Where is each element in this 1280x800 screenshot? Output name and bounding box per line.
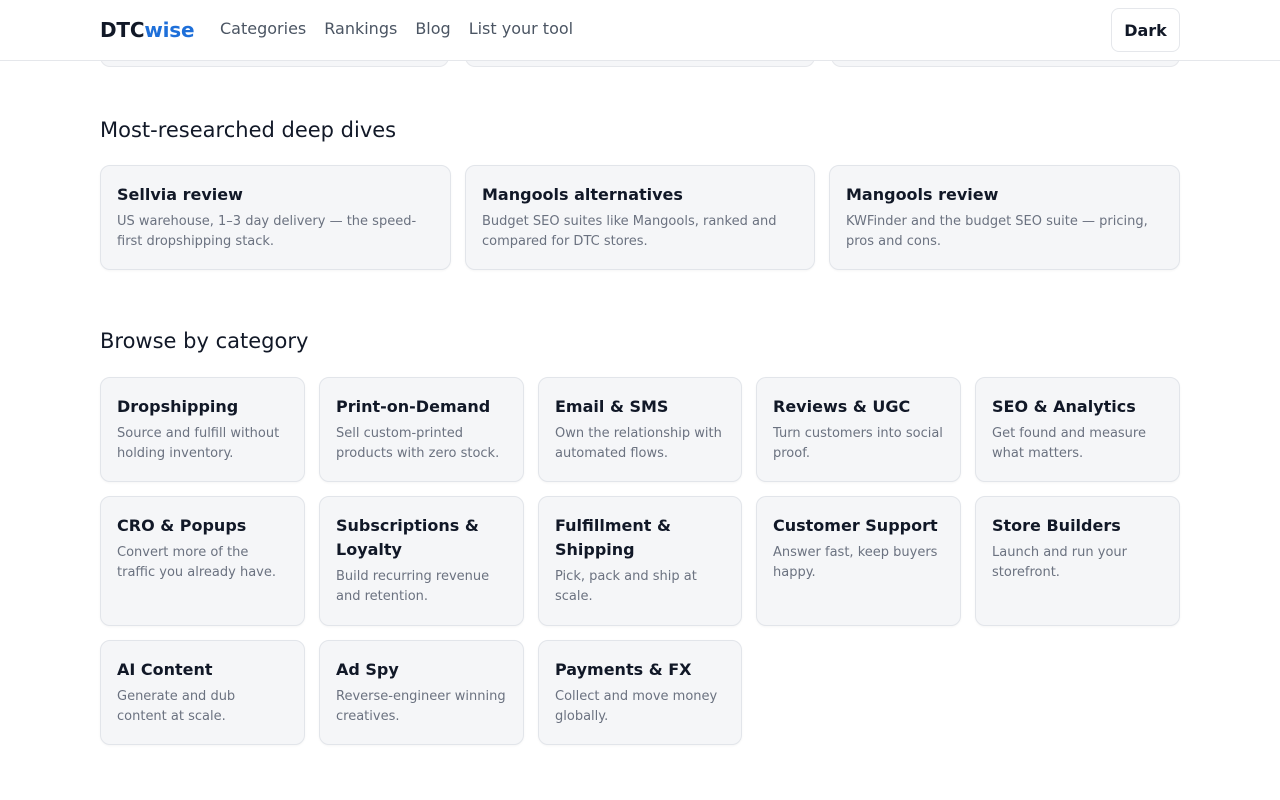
- card-title: Sellvia review: [117, 185, 243, 204]
- category-card-customer-support[interactable]: Customer Support Answer fast, keep buyer…: [756, 496, 961, 626]
- card-title: Email & SMS: [555, 397, 669, 416]
- card-description: Source and fulfill without holding inven…: [117, 426, 280, 461]
- category-card-fulfillment-shipping[interactable]: Fulfillment & Shipping Pick, pack and sh…: [538, 496, 742, 626]
- card-title: Fulfillment & Shipping: [555, 516, 671, 559]
- category-card-dropshipping[interactable]: Dropshipping Source and fulfill without …: [100, 377, 305, 482]
- brand-name-part2: wise: [144, 18, 195, 42]
- category-card-seo-analytics[interactable]: SEO & Analytics Get found and measure wh…: [975, 377, 1180, 482]
- nav-link-blog[interactable]: Blog: [415, 19, 450, 38]
- nav-link-rankings[interactable]: Rankings: [324, 19, 397, 38]
- nav-link-categories[interactable]: Categories: [220, 19, 306, 38]
- card-title: Reviews & UGC: [773, 397, 911, 416]
- deep-dive-card[interactable]: Sellvia review US warehouse, 1–3 day del…: [100, 165, 451, 270]
- category-card-reviews-ugc[interactable]: Reviews & UGC Turn customers into social…: [756, 377, 961, 482]
- card-title: Ad Spy: [336, 660, 399, 679]
- card-title: Subscriptions & Loyalty: [336, 516, 479, 559]
- card-description: Generate and dub content at scale.: [117, 689, 236, 724]
- category-card-payments-fx[interactable]: Payments & FX Collect and move money glo…: [538, 640, 742, 745]
- card-description: Build recurring revenue and retention.: [336, 569, 490, 604]
- site-header: DTCwise Categories Rankings Blog List yo…: [0, 0, 1280, 61]
- card-title: SEO & Analytics: [992, 397, 1136, 416]
- deep-dive-card[interactable]: Mangools alternatives Budget SEO suites …: [465, 165, 815, 270]
- card-description: KWFinder and the budget SEO suite — pric…: [846, 214, 1148, 249]
- card-description: Budget SEO suites like Mangools, ranked …: [482, 214, 777, 249]
- card-description: Reverse-engineer winning creatives.: [336, 689, 506, 724]
- category-card-subscriptions-loyalty[interactable]: Subscriptions & Loyalty Build recurring …: [319, 496, 524, 626]
- card-title: Print-on-Demand: [336, 397, 491, 416]
- brand-name-part1: DTC: [100, 18, 145, 42]
- card-description: Launch and run your storefront.: [992, 545, 1127, 580]
- card-description: Convert more of the traffic you already …: [117, 545, 276, 580]
- category-card-cro-popups[interactable]: CRO & Popups Convert more of the traffic…: [100, 496, 305, 626]
- card-description: Sell custom-printed products with zero s…: [336, 426, 500, 461]
- card-description: Turn customers into social proof.: [773, 426, 943, 461]
- card-description: Own the relationship with automated flow…: [555, 426, 722, 461]
- card-title: AI Content: [117, 660, 213, 679]
- category-card-email-sms[interactable]: Email & SMS Own the relationship with au…: [538, 377, 742, 482]
- card-description: Answer fast, keep buyers happy.: [773, 545, 938, 580]
- categories-heading: Browse by category: [100, 329, 309, 353]
- card-title: Dropshipping: [117, 397, 239, 416]
- theme-toggle-button[interactable]: Dark: [1111, 8, 1180, 52]
- deep-dive-card[interactable]: Mangools review KWFinder and the budget …: [829, 165, 1180, 270]
- category-card-ai-content[interactable]: AI Content Generate and dub content at s…: [100, 640, 305, 745]
- card-description: US warehouse, 1–3 day delivery — the spe…: [117, 214, 417, 249]
- card-description: Pick, pack and ship at scale.: [555, 569, 697, 604]
- card-title: Payments & FX: [555, 660, 692, 679]
- category-card-print-on-demand[interactable]: Print-on-Demand Sell custom-printed prod…: [319, 377, 524, 482]
- card-title: Store Builders: [992, 516, 1121, 535]
- card-title: Mangools alternatives: [482, 185, 683, 204]
- deep-dives-heading: Most-researched deep dives: [100, 118, 397, 142]
- category-card-store-builders[interactable]: Store Builders Launch and run your store…: [975, 496, 1180, 626]
- card-description: Get found and measure what matters.: [992, 426, 1146, 461]
- category-card-ad-spy[interactable]: Ad Spy Reverse-engineer winning creative…: [319, 640, 524, 745]
- nav-link-list-your-tool[interactable]: List your tool: [469, 19, 573, 38]
- main-nav: Categories Rankings Blog List your tool: [220, 19, 591, 38]
- brand-logo[interactable]: DTCwise: [100, 18, 195, 42]
- card-title: CRO & Popups: [117, 516, 247, 535]
- card-title: Mangools review: [846, 185, 999, 204]
- card-title: Customer Support: [773, 516, 938, 535]
- card-description: Collect and move money globally.: [555, 689, 718, 724]
